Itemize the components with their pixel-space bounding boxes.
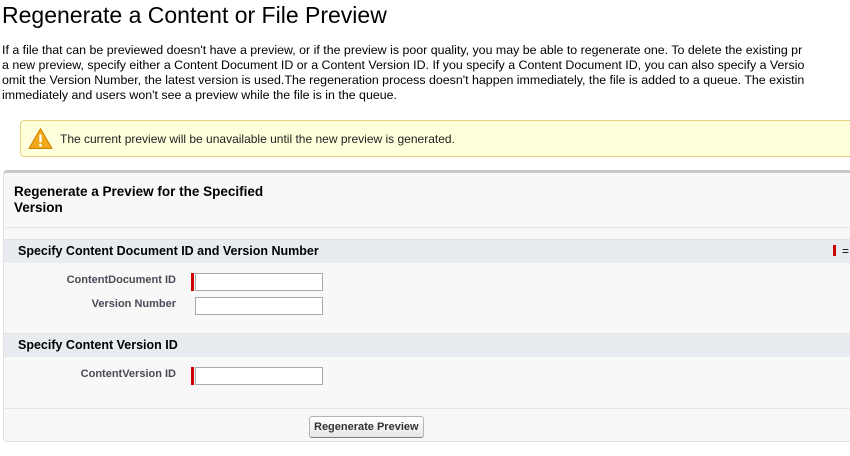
intro-text: If a file that can be previewed doesn't … (2, 43, 804, 103)
section-header-document-id: Specify Content Document ID and Version … (4, 239, 850, 263)
version-number-label: Version Number (91, 298, 176, 310)
intro-line: If a file that can be previewed doesn't … (2, 43, 803, 57)
warning-message: The current preview will be unavailable … (20, 120, 850, 157)
required-legend: = (833, 244, 849, 258)
version-number-input[interactable] (195, 297, 323, 315)
required-legend-text: = (842, 244, 850, 258)
warning-text: The current preview will be unavailable … (60, 132, 455, 146)
regenerate-form: Regenerate a Preview for the Specified V… (3, 170, 850, 442)
warning-triangle-icon (28, 128, 53, 149)
section-header-version-id: Specify Content Version ID (4, 333, 850, 357)
required-indicator (191, 273, 194, 291)
intro-line: omit the Version Number, the latest vers… (2, 73, 805, 87)
section-title: Specify Content Version ID (18, 338, 178, 352)
content-version-id-label: ContentVersion ID (80, 368, 176, 380)
required-indicator (833, 245, 836, 256)
intro-line: a new preview, specify either a Content … (2, 58, 805, 72)
intro-line: immediately and users won't see a previe… (2, 88, 397, 102)
content-document-id-label: ContentDocument ID (66, 274, 176, 286)
page-title: Regenerate a Content or File Preview (2, 2, 387, 28)
divider (4, 227, 850, 228)
section-title: Specify Content Document ID and Version … (18, 244, 319, 258)
form-title: Regenerate a Preview for the Specified V… (14, 184, 264, 215)
content-version-id-input[interactable] (195, 367, 323, 385)
regenerate-preview-button[interactable]: Regenerate Preview (309, 416, 424, 438)
required-indicator (191, 367, 194, 385)
content-document-id-input[interactable] (195, 273, 323, 291)
divider (4, 408, 850, 409)
